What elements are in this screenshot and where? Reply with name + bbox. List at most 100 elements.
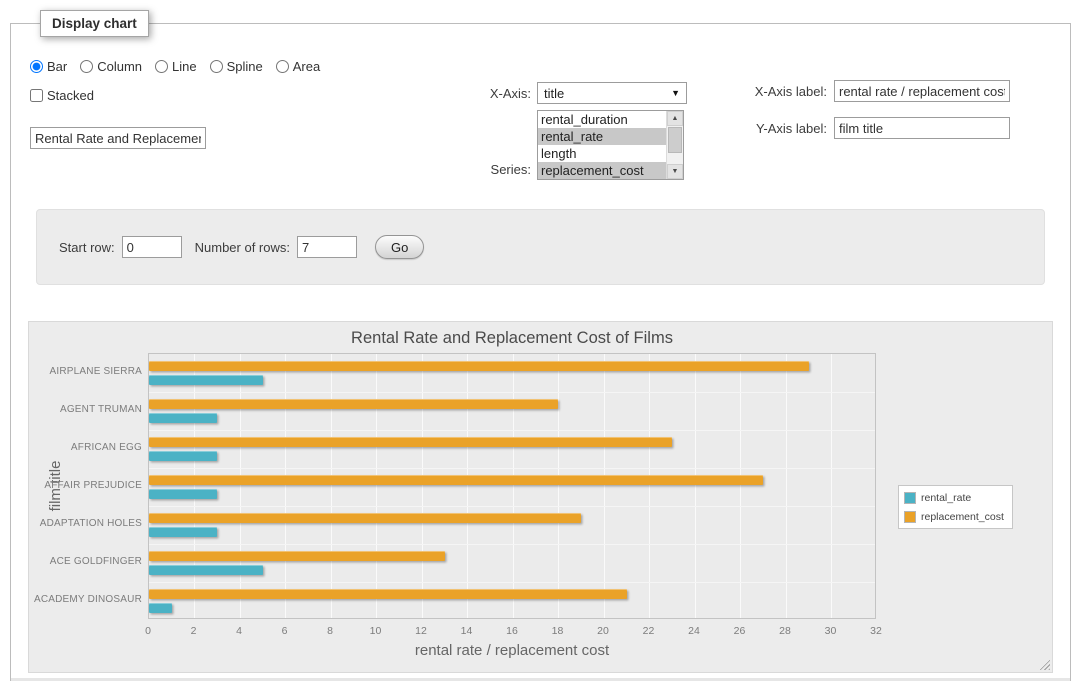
band-separator	[149, 468, 875, 469]
x-axis-selected-value: title	[544, 86, 671, 101]
x-axis-label-label: X-Axis label:	[727, 84, 827, 99]
scrollbar-track[interactable]	[667, 126, 683, 164]
x-axis-select[interactable]: title ▼	[537, 82, 687, 104]
axis-label-controls: X-Axis label: Y-Axis label:	[727, 80, 1010, 139]
bar-rental_rate	[149, 375, 263, 385]
chart-type-option-area[interactable]: Area	[276, 59, 320, 74]
x-tick-label: 20	[588, 625, 618, 637]
scrollbar-thumb[interactable]	[668, 127, 682, 153]
chart-type-label-column: Column	[97, 59, 142, 74]
gridline	[740, 354, 741, 618]
legend-swatch	[904, 492, 916, 504]
gridline	[285, 354, 286, 618]
legend-item: rental_rate	[904, 490, 1004, 505]
chart-type-radio-line[interactable]	[155, 60, 168, 73]
bar-rental_rate	[149, 565, 263, 575]
x-tick-label: 10	[361, 625, 391, 637]
category-label: ADAPTATION HOLES	[29, 505, 142, 543]
chart-type-radio-spline[interactable]	[210, 60, 223, 73]
gridline	[649, 354, 650, 618]
stacked-option[interactable]: Stacked	[30, 88, 94, 103]
gridline	[604, 354, 605, 618]
chart-type-option-column[interactable]: Column	[80, 59, 142, 74]
chart-type-label-line: Line	[172, 59, 197, 74]
gridline	[695, 354, 696, 618]
scroll-up-icon[interactable]: ▲	[667, 111, 683, 126]
y-axis-label-input[interactable]	[834, 117, 1010, 139]
band-separator	[149, 544, 875, 545]
legend-swatch	[904, 511, 916, 523]
legend-item: replacement_cost	[904, 509, 1004, 524]
gridline	[422, 354, 423, 618]
chart-type-radio-group: Bar Column Line Spline Area	[30, 59, 1053, 74]
chart-type-option-spline[interactable]: Spline	[210, 59, 263, 74]
bar-replacement_cost	[149, 399, 558, 409]
x-tick-label: 18	[543, 625, 573, 637]
chart-controls: Bar Column Line Spline Area Stacke	[28, 59, 1053, 209]
x-tick-label: 32	[861, 625, 891, 637]
x-tick-label: 16	[497, 625, 527, 637]
bar-rental_rate	[149, 451, 217, 461]
x-tick-label: 14	[452, 625, 482, 637]
chart-legend: rental_rate replacement_cost	[898, 485, 1013, 529]
series-scrollbar[interactable]: ▲ ▼	[666, 111, 683, 179]
bar-replacement_cost	[149, 589, 627, 599]
chart-title-input[interactable]	[30, 127, 206, 149]
bar-rental_rate	[149, 603, 172, 613]
band-separator	[149, 582, 875, 583]
go-button[interactable]: Go	[375, 235, 424, 259]
chart-x-axis-title: rental rate / replacement cost	[148, 642, 876, 659]
series-option-length[interactable]: length	[538, 145, 666, 162]
bar-replacement_cost	[149, 437, 672, 447]
chart-type-label-spline: Spline	[227, 59, 263, 74]
x-tick-label: 2	[179, 625, 209, 637]
axis-series-controls: X-Axis: title ▼ Series: rental_durationr…	[485, 82, 687, 180]
chart-type-label-bar: Bar	[47, 59, 67, 74]
resize-handle-icon[interactable]	[1037, 657, 1050, 670]
stacked-label: Stacked	[47, 88, 94, 103]
chart-plot-area	[148, 353, 876, 619]
category-label: AFRICAN EGG	[29, 429, 142, 467]
x-tick-label: 0	[133, 625, 163, 637]
chart-type-option-bar[interactable]: Bar	[30, 59, 67, 74]
chart-type-radio-area[interactable]	[276, 60, 289, 73]
legend-label: replacement_cost	[921, 511, 1004, 523]
gridline	[194, 354, 195, 618]
x-axis-label-input[interactable]	[834, 80, 1010, 102]
gridline	[513, 354, 514, 618]
bar-replacement_cost	[149, 551, 445, 561]
chart-type-option-line[interactable]: Line	[155, 59, 197, 74]
band-separator	[149, 430, 875, 431]
gridline	[376, 354, 377, 618]
gridline	[558, 354, 559, 618]
chart-type-radio-column[interactable]	[80, 60, 93, 73]
category-label: AGENT TRUMAN	[29, 391, 142, 429]
series-option-replacement_cost[interactable]: replacement_cost	[538, 162, 666, 179]
band-separator	[149, 506, 875, 507]
x-tick-label: 12	[406, 625, 436, 637]
scroll-down-icon[interactable]: ▼	[667, 164, 683, 179]
x-tick-label: 4	[224, 625, 254, 637]
series-option-rental_duration[interactable]: rental_duration	[538, 111, 666, 128]
number-of-rows-label: Number of rows:	[195, 240, 290, 255]
series-select-label: Series:	[485, 162, 531, 180]
bar-rental_rate	[149, 489, 217, 499]
band-separator	[149, 392, 875, 393]
start-row-input[interactable]	[122, 236, 182, 258]
chart-type-label-area: Area	[293, 59, 320, 74]
bar-replacement_cost	[149, 361, 809, 371]
row-range-panel: Start row: Number of rows: Go	[36, 209, 1045, 285]
category-label: AFFAIR PREJUDICE	[29, 467, 142, 505]
series-option-rental_rate[interactable]: rental_rate	[538, 128, 666, 145]
x-tick-label: 22	[634, 625, 664, 637]
gridline	[467, 354, 468, 618]
series-listbox[interactable]: rental_durationrental_ratelengthreplacem…	[537, 110, 684, 180]
chart-type-radio-bar[interactable]	[30, 60, 43, 73]
gridline	[240, 354, 241, 618]
stacked-checkbox[interactable]	[30, 89, 43, 102]
x-tick-label: 26	[725, 625, 755, 637]
y-axis-label-label: Y-Axis label:	[727, 121, 827, 136]
bar-replacement_cost	[149, 513, 581, 523]
number-of-rows-input[interactable]	[297, 236, 357, 258]
x-tick-label: 30	[816, 625, 846, 637]
